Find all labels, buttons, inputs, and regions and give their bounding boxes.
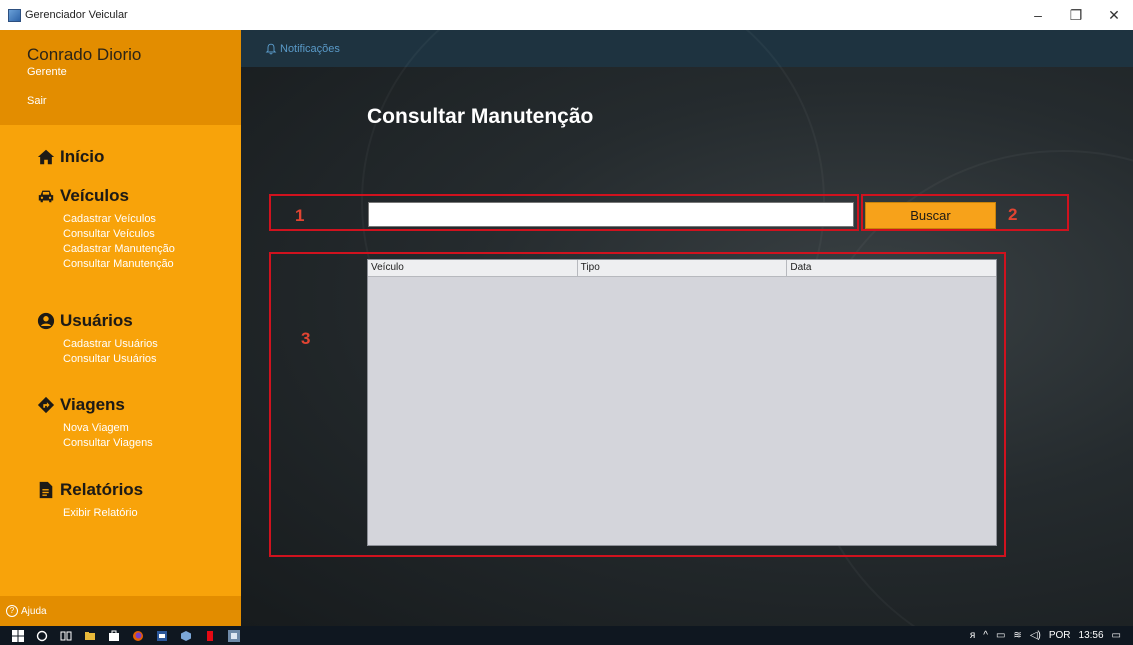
nav-veiculos-label: Veículos (60, 186, 129, 205)
nav-veiculos[interactable]: Veículos (37, 186, 175, 206)
nav-inicio[interactable]: Início (37, 147, 104, 167)
window-controls: – ❐ ✕ (1019, 0, 1133, 30)
window-title: Gerenciador Veicular (25, 9, 128, 21)
nav-usuarios-label: Usuários (60, 311, 133, 330)
java-app-icon (8, 8, 21, 22)
minimize-button[interactable]: – (1019, 0, 1057, 30)
search-input[interactable] (368, 202, 854, 227)
system-tray: ᴙ ^ ▭ ≋ ◁) POR 13:56 ▭ (962, 626, 1121, 645)
nav-exibir-relatorio[interactable]: Exibir Relatório (63, 506, 143, 521)
nav-cadastrar-usuarios[interactable]: Cadastrar Usuários (63, 337, 158, 352)
annotation-number-1: 1 (295, 206, 305, 225)
nav-viagens-label: Viagens (60, 395, 125, 414)
firefox-icon[interactable] (132, 630, 144, 642)
sidebar: Conrado Diorio Gerente Sair Início Veícu… (0, 30, 241, 626)
nav-section-usuarios: Usuários Cadastrar Usuários Consultar Us… (37, 311, 158, 367)
column-header-veiculo[interactable]: Veículo (368, 260, 578, 276)
search-icon[interactable] (36, 630, 48, 642)
windows-start-icon[interactable] (12, 629, 24, 642)
taskbar: ᴙ ^ ▭ ≋ ◁) POR 13:56 ▭ (0, 626, 1133, 645)
nav-section-relatorios: Relatórios Exibir Relatório (37, 480, 143, 521)
nav-consultar-viagens[interactable]: Consultar Viagens (63, 436, 153, 451)
main-content: Notificações Consultar Manutenção 1 2 3 … (241, 30, 1133, 626)
help-link[interactable]: ? Ajuda (0, 596, 241, 626)
nav-consultar-usuarios[interactable]: Consultar Usuários (63, 352, 158, 367)
file-explorer-icon[interactable] (84, 630, 96, 642)
restore-button[interactable]: ❐ (1057, 0, 1095, 30)
nav-section-veiculos: Veículos Cadastrar Veículos Consultar Ve… (37, 186, 175, 272)
nav-consultar-manutencao[interactable]: Consultar Manutenção (63, 257, 175, 272)
people-icon[interactable]: ᴙ (970, 630, 975, 641)
annotation-number-3: 3 (301, 329, 311, 348)
help-label: Ajuda (21, 605, 47, 617)
word-icon[interactable] (156, 630, 168, 642)
nav-usuarios[interactable]: Usuários (37, 311, 158, 331)
window-titlebar: Gerenciador Veicular – ❐ ✕ (0, 0, 1133, 30)
nav-viagens[interactable]: Viagens (37, 395, 153, 415)
java-app-taskbar-icon[interactable] (228, 629, 240, 642)
close-button[interactable]: ✕ (1095, 0, 1133, 30)
action-center-icon[interactable]: ▭ (1112, 630, 1121, 641)
column-header-tipo[interactable]: Tipo (578, 260, 788, 276)
notifications-link[interactable]: Notificações (265, 43, 340, 55)
language-indicator[interactable]: POR (1049, 630, 1071, 641)
maintenance-table[interactable]: Veículo Tipo Data (367, 259, 997, 546)
nav-cadastrar-veiculos[interactable]: Cadastrar Veículos (63, 212, 175, 227)
chevron-up-icon[interactable]: ^ (983, 630, 988, 641)
battery-icon[interactable]: ▭ (996, 630, 1005, 641)
nav-relatorios-label: Relatórios (60, 480, 144, 499)
nav-consultar-veiculos[interactable]: Consultar Veículos (63, 227, 175, 242)
nav-nova-viagem[interactable]: Nova Viagem (63, 421, 153, 436)
nav-inicio-label: Início (60, 147, 105, 166)
search-button[interactable]: Buscar (865, 202, 996, 229)
task-view-icon[interactable] (60, 630, 72, 642)
home-icon (37, 149, 55, 165)
nav-section-inicio: Início (37, 147, 104, 167)
store-icon[interactable] (108, 630, 120, 642)
wifi-icon[interactable]: ≋ (1013, 630, 1021, 641)
bell-icon (265, 43, 277, 54)
table-header: Veículo Tipo Data (368, 260, 996, 277)
help-icon: ? (6, 605, 18, 617)
notifications-label: Notificações (280, 42, 340, 55)
app-cube-icon[interactable] (180, 630, 192, 642)
netflix-icon[interactable] (204, 630, 216, 642)
user-role: Gerente (27, 66, 67, 78)
logout-link[interactable]: Sair (27, 95, 47, 107)
user-name: Conrado Diorio (27, 45, 142, 64)
user-circle-icon (37, 312, 55, 330)
volume-icon[interactable]: ◁) (1030, 630, 1041, 641)
directions-icon (37, 396, 55, 414)
user-profile: Conrado Diorio Gerente Sair (0, 30, 241, 125)
nav-relatorios[interactable]: Relatórios (37, 480, 143, 500)
page-title: Consultar Manutenção (367, 105, 594, 128)
column-header-data[interactable]: Data (787, 260, 996, 276)
car-icon (38, 190, 54, 203)
nav-section-viagens: Viagens Nova Viagem Consultar Viagens (37, 395, 153, 451)
file-icon (39, 481, 53, 499)
nav-cadastrar-manutencao[interactable]: Cadastrar Manutenção (63, 242, 175, 257)
annotation-number-2: 2 (1008, 205, 1018, 224)
clock[interactable]: 13:56 (1079, 630, 1104, 641)
